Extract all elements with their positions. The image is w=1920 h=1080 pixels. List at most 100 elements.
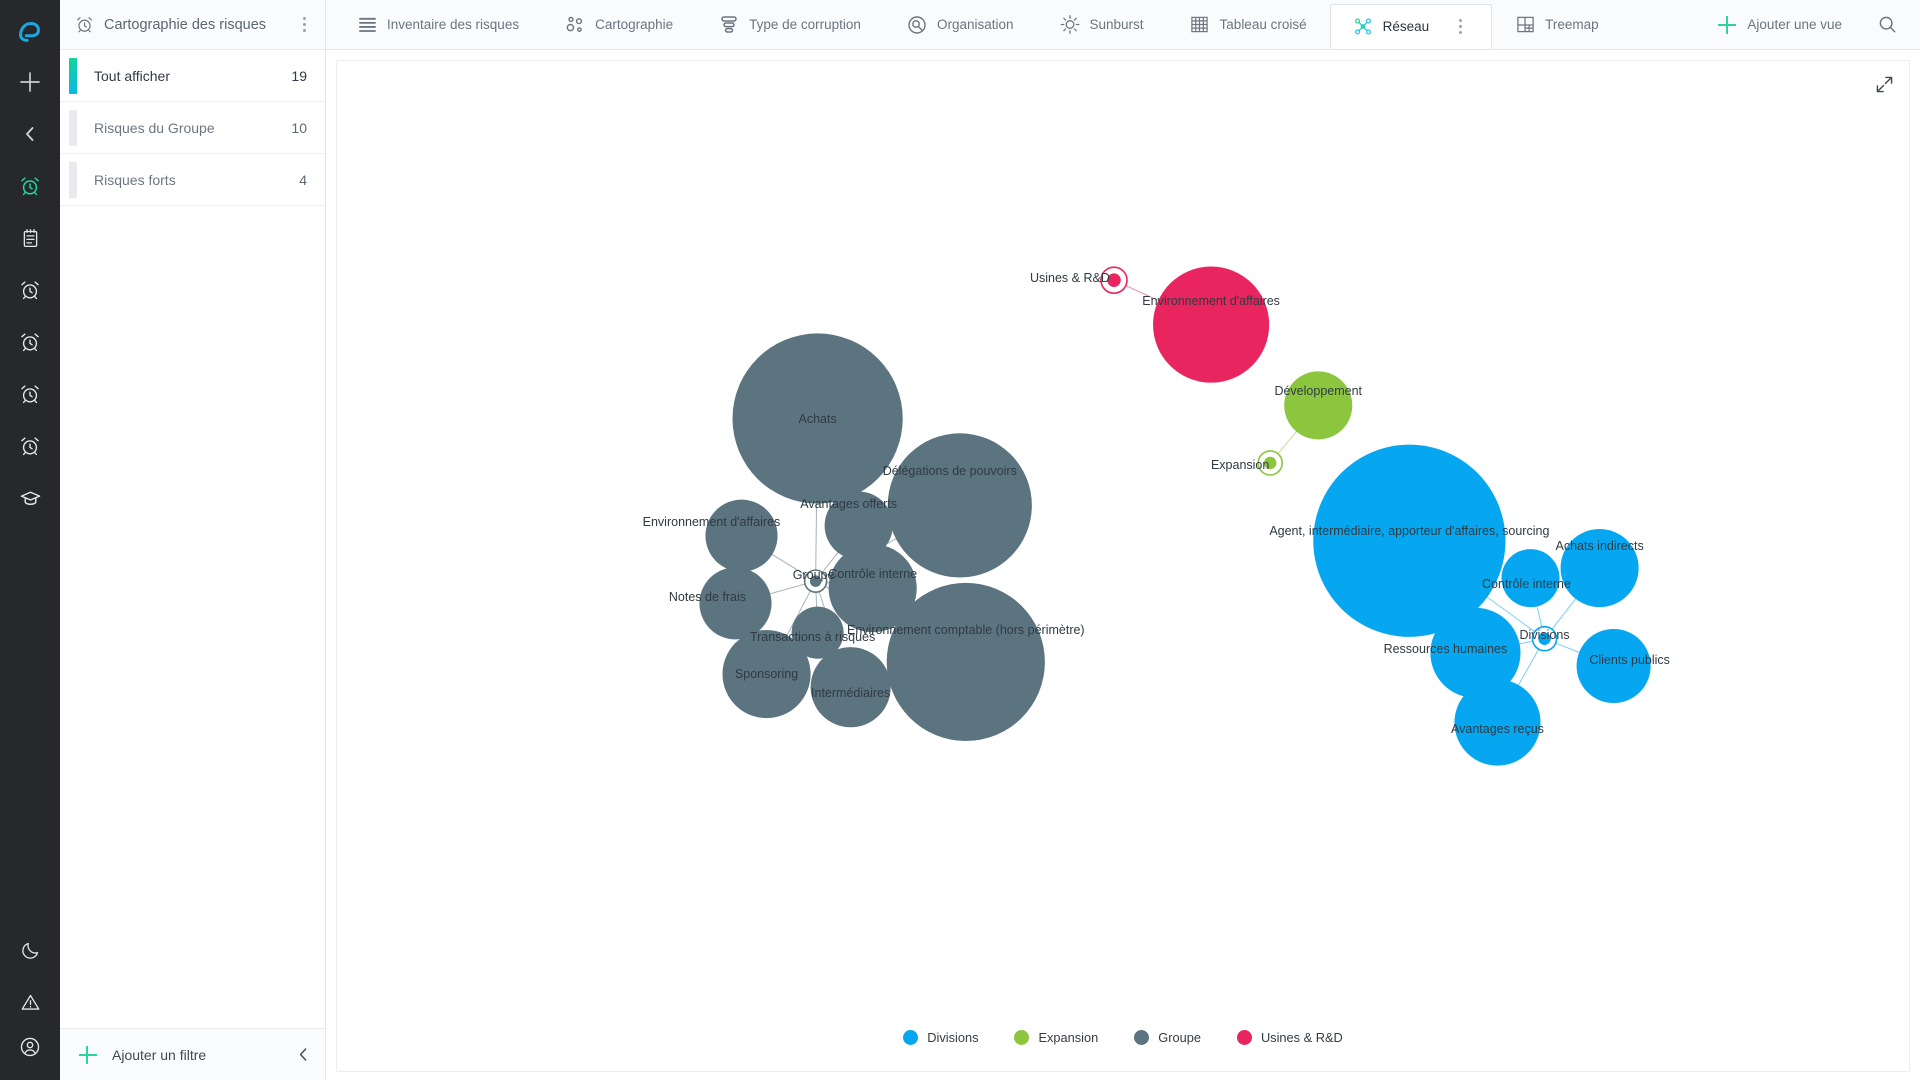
alarm-clock-icon-2[interactable] [0, 316, 60, 368]
legend-item[interactable]: Groupe [1134, 1030, 1201, 1045]
tab-label: Type de corruption [749, 17, 861, 32]
legend-item[interactable]: Usines & R&D [1236, 1030, 1343, 1045]
funnel-icon [719, 15, 739, 35]
plus-icon [78, 1045, 98, 1065]
sidebar-header: Cartographie des risques [60, 0, 325, 50]
filter-accent-bar [69, 161, 77, 198]
app-root: Cartographie des risques Tout afficher 1… [0, 0, 1920, 1080]
filter-count: 4 [299, 171, 307, 188]
expand-icon[interactable] [1871, 71, 1897, 97]
kebab-menu-icon[interactable] [295, 14, 313, 36]
notepad-icon[interactable] [0, 212, 60, 264]
alarm-clock-icon-1[interactable] [0, 264, 60, 316]
user-account-icon[interactable] [0, 1028, 60, 1080]
filter-item-tout-afficher[interactable]: Tout afficher 19 [60, 50, 325, 102]
tab-label: Inventaire des risques [387, 17, 520, 32]
filter-label: Tout afficher [94, 67, 171, 84]
app-logo-icon[interactable] [0, 6, 60, 56]
add-view-label: Ajouter une vue [1747, 17, 1842, 32]
network-icon [1353, 17, 1373, 37]
legend-label: Groupe [1158, 1030, 1201, 1045]
tab-label: Cartographie [595, 17, 674, 32]
legend-color-dot [1134, 1030, 1150, 1045]
alarm-clock-icon-active[interactable] [0, 160, 60, 212]
left-icon-rail [0, 0, 60, 1080]
tab-label: Organisation [936, 17, 1014, 32]
network-node[interactable] [699, 567, 772, 640]
tab-type-de-corruption[interactable]: Type de corruption [696, 0, 884, 49]
legend-color-dot [1236, 1030, 1252, 1045]
sunburst-icon [1060, 15, 1080, 35]
tab-organisation[interactable]: Organisation [884, 0, 1037, 49]
network-node[interactable] [1576, 628, 1651, 704]
network-node[interactable] [1501, 549, 1560, 608]
tab-sunburst[interactable]: Sunburst [1037, 0, 1167, 49]
legend-item[interactable]: Expansion [1014, 1030, 1098, 1045]
tab-label: Sunburst [1089, 17, 1144, 32]
filter-item-risques-du-groupe[interactable]: Risques du Groupe 10 [60, 102, 325, 154]
network-node-core [1263, 456, 1277, 470]
grid-icon [1190, 15, 1210, 35]
filter-item-risques-forts[interactable]: Risques forts 4 [60, 154, 325, 206]
network-node[interactable] [791, 606, 844, 659]
tabbar-spacer [1622, 0, 1701, 49]
network-node[interactable] [705, 499, 778, 572]
add-icon[interactable] [0, 56, 60, 108]
plus-icon [1718, 15, 1737, 34]
search-icon[interactable] [1860, 0, 1914, 49]
legend-color-dot [1014, 1030, 1030, 1045]
tab-label: Tableau croisé [1219, 17, 1307, 32]
tab-label: Réseau [1382, 19, 1430, 34]
alerts-icon[interactable] [0, 976, 60, 1028]
filter-accent-bar [69, 109, 77, 146]
network-graph-svg[interactable] [337, 61, 1909, 1071]
legend-label: Expansion [1038, 1030, 1099, 1045]
legend-color-dot [903, 1030, 919, 1045]
filter-count: 19 [291, 67, 307, 84]
list-icon [357, 15, 377, 35]
chart-legend: Divisions Expansion Groupe Usines & R&D [337, 1030, 1909, 1045]
filter-count: 10 [291, 119, 307, 136]
network-node[interactable] [887, 433, 1032, 578]
collapse-left-icon[interactable] [0, 108, 60, 160]
tab-treemap[interactable]: Treemap [1492, 0, 1622, 49]
network-node[interactable] [1454, 679, 1541, 766]
network-node-core [809, 575, 822, 587]
graduation-cap-icon[interactable] [0, 472, 60, 524]
add-filter-button[interactable]: Ajouter un filtre [112, 1047, 293, 1063]
filters-sidebar: Cartographie des risques Tout afficher 1… [60, 0, 326, 1080]
tab-reseau[interactable]: Réseau [1329, 4, 1493, 49]
filter-accent-bar [69, 57, 77, 94]
network-node[interactable] [1560, 528, 1639, 608]
network-node[interactable] [1153, 266, 1270, 383]
alarm-clock-icon-4[interactable] [0, 420, 60, 472]
chart-canvas-wrap: Groupe Achats Délégations de pouvoirs Envir… [326, 50, 1920, 1080]
tab-cartographie[interactable]: Cartographie [542, 0, 696, 49]
legend-item[interactable]: Divisions [903, 1030, 978, 1045]
network-node-core [1107, 273, 1121, 287]
alarm-clock-icon [74, 15, 94, 35]
tab-inventaire-des-risques[interactable]: Inventaire des risques [334, 0, 542, 49]
network-node[interactable] [1284, 371, 1353, 440]
add-view-button[interactable]: Ajouter une vue [1700, 0, 1860, 49]
network-node-core [1538, 632, 1551, 645]
scatter-icon [565, 15, 585, 35]
alarm-clock-icon-3[interactable] [0, 368, 60, 420]
tab-tableau-croise[interactable]: Tableau croisé [1167, 0, 1330, 49]
filter-label: Risques forts [94, 171, 176, 188]
dark-mode-icon[interactable] [0, 924, 60, 976]
network-node[interactable] [810, 647, 891, 728]
treemap-icon [1515, 15, 1535, 35]
network-chart[interactable]: Groupe Achats Délégations de pouvoirs Envir… [336, 60, 1910, 1072]
network-node[interactable] [732, 333, 903, 504]
tab-kebab-menu-icon[interactable] [1451, 16, 1469, 38]
legend-label: Usines & R&D [1260, 1030, 1343, 1045]
add-filter-bar: Ajouter un filtre [60, 1028, 325, 1080]
page-title: Cartographie des risques [104, 16, 267, 33]
org-icon [907, 15, 927, 35]
filter-label: Risques du Groupe [94, 119, 215, 136]
network-node[interactable] [828, 544, 917, 633]
network-node[interactable] [824, 491, 893, 560]
chevron-left-icon[interactable] [293, 1045, 313, 1065]
